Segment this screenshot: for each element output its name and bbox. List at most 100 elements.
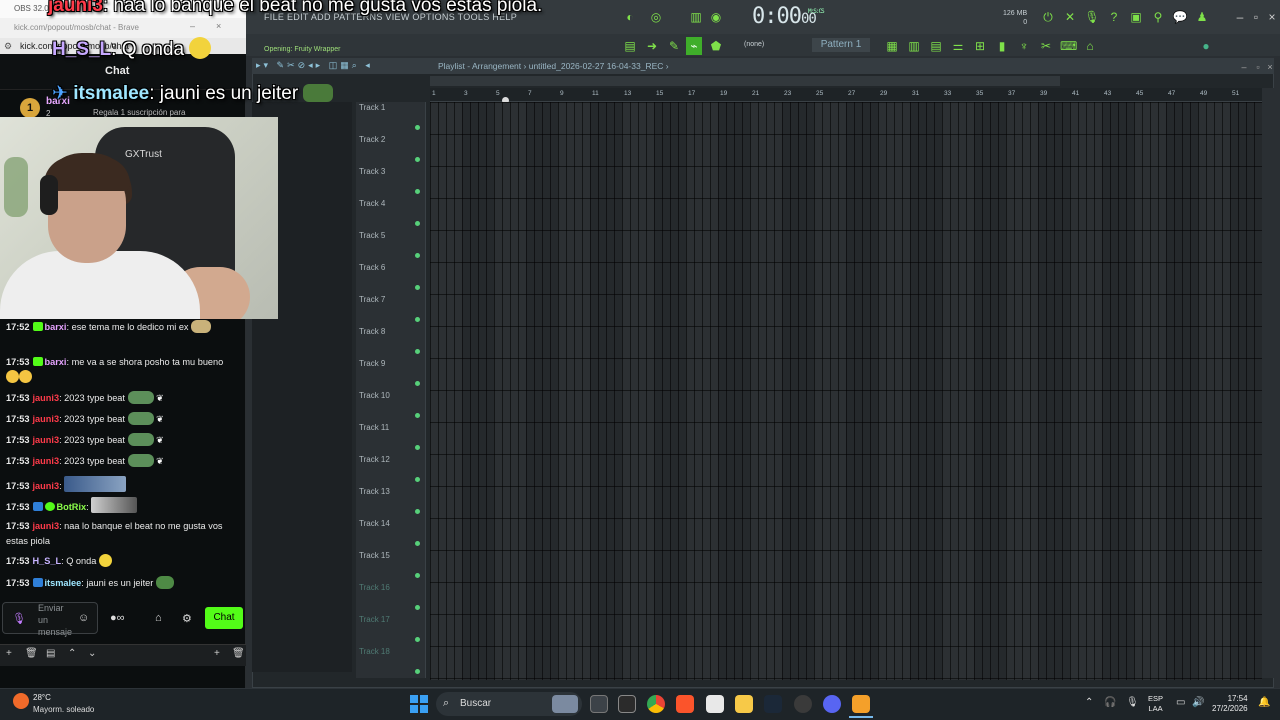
track-mute-led[interactable] — [415, 285, 420, 290]
browser-tab-title[interactable]: kick.com/popout/mosb/chat - Brave — [14, 23, 139, 32]
fl-save-icon[interactable]: ▣ — [1128, 10, 1144, 24]
track-label[interactable]: Track 1 — [359, 103, 385, 112]
mic-icon[interactable]: 🎙 — [12, 612, 26, 625]
headphones-icon[interactable]: 🎧 — [1104, 697, 1116, 708]
track-mute-led[interactable] — [415, 189, 420, 194]
fl-step-icon[interactable]: ▥ — [688, 10, 704, 24]
input-language[interactable]: ESP LAA — [1148, 694, 1163, 714]
fl-arrow-icon[interactable]: ➜ — [644, 39, 660, 53]
microphone-tray-icon[interactable]: 🎙 — [1126, 697, 1139, 708]
playlist-close-icon[interactable]: × — [1262, 60, 1278, 74]
fl-mic-icon[interactable]: 🎙 — [1084, 10, 1100, 24]
obs-app-icon[interactable] — [794, 695, 812, 713]
playlist-vertical-scrollbar[interactable] — [1262, 88, 1274, 678]
message-username[interactable]: jauni3 — [33, 393, 60, 403]
track-label[interactable]: Track 8 — [359, 327, 385, 336]
fl-cpu-icon[interactable]: ⏻ — [1040, 10, 1056, 24]
fl-snap-select[interactable]: (none) — [744, 41, 764, 48]
track-mute-led[interactable] — [415, 381, 420, 386]
fl-piano-roll-icon[interactable]: ▤ — [622, 39, 638, 53]
message-username[interactable]: BotRix — [57, 502, 87, 512]
filter-icon[interactable]: ▤ — [46, 648, 55, 659]
fl-help-icon[interactable]: ? — [1106, 10, 1122, 24]
fl-edison-icon[interactable]: ✂ — [1038, 39, 1054, 53]
fl-studio-app-icon[interactable] — [852, 695, 870, 713]
steam-icon[interactable] — [764, 695, 782, 713]
message-username[interactable]: jauni3 — [33, 521, 60, 531]
fl-browser-icon[interactable]: ⊞ — [972, 39, 988, 53]
track-label[interactable]: Track 2 — [359, 135, 385, 144]
track-label[interactable]: Track 18 — [359, 647, 390, 656]
track-mute-led[interactable] — [415, 221, 420, 226]
delete-icon-right[interactable]: 🗑 — [232, 648, 245, 659]
weather-description[interactable]: Mayorm. soleado — [33, 705, 94, 714]
track-label[interactable]: Track 16 — [359, 583, 390, 592]
track-mute-led[interactable] — [415, 317, 420, 322]
file-explorer-icon[interactable] — [735, 695, 753, 713]
move-up-icon[interactable]: ⌃ — [68, 648, 76, 659]
track-label[interactable]: Track 12 — [359, 455, 390, 464]
tray-overflow-icon[interactable]: ⌃ — [1085, 697, 1093, 708]
delete-icon[interactable]: 🗑 — [25, 648, 38, 659]
weather-temperature[interactable]: 28°C — [33, 693, 51, 702]
playlist-tools[interactable]: ▸▾ ✎✂⊘◂▸ ◫▦⌕ ◂ — [256, 60, 373, 71]
fl-typing-icon[interactable]: ⌨ — [1060, 39, 1077, 53]
track-label[interactable]: Track 6 — [359, 263, 385, 272]
chat-settings-icon[interactable]: ⚙ — [182, 612, 192, 625]
message-username[interactable]: itsmalee — [45, 578, 82, 588]
track-mute-led[interactable] — [415, 605, 420, 610]
track-label[interactable]: Track 9 — [359, 359, 385, 368]
volume-icon[interactable]: 🔊 — [1192, 697, 1204, 708]
track-mute-led[interactable] — [415, 157, 420, 162]
fl-close-icon[interactable]: × — [1264, 10, 1280, 24]
kick-emotes-icon[interactable]: ●∞ — [110, 612, 125, 624]
track-mute-led[interactable] — [415, 573, 420, 578]
chat-send-button[interactable]: Chat — [205, 607, 243, 629]
playlist-grid[interactable] — [430, 102, 1262, 680]
fl-pencil-icon[interactable]: ✎ — [666, 39, 682, 53]
fl-metronome-icon[interactable]: ◐ — [622, 10, 638, 24]
fl-maximize-icon[interactable]: ▫ — [1248, 10, 1264, 24]
fl-plug-icon[interactable]: ♆ — [1016, 39, 1032, 53]
fl-plugin-db-icon[interactable]: ▮ — [994, 39, 1010, 53]
fl-news-icon[interactable]: ● — [1198, 39, 1214, 53]
weather-sun-icon[interactable] — [13, 693, 29, 709]
brave-icon[interactable] — [676, 695, 694, 713]
epic-games-icon[interactable] — [618, 695, 636, 713]
settings-icon[interactable]: ⚙ — [4, 41, 12, 52]
fl-wait-icon[interactable]: ◎ — [648, 10, 664, 24]
track-mute-led[interactable] — [415, 637, 420, 642]
track-mute-led[interactable] — [415, 445, 420, 450]
message-username[interactable]: barxi — [45, 322, 67, 332]
track-mute-led[interactable] — [415, 669, 420, 674]
fl-chat-icon[interactable]: 💬 — [1172, 10, 1188, 24]
fl-tools-icon[interactable]: ✕ — [1062, 10, 1078, 24]
fl-stamp-icon[interactable]: ⬟ — [708, 39, 724, 53]
track-label[interactable]: Track 17 — [359, 615, 390, 624]
fl-user-icon[interactable]: ♟ — [1194, 10, 1210, 24]
browser-close-icon[interactable]: × — [216, 21, 221, 31]
message-username[interactable]: jauni3 — [33, 481, 60, 491]
track-label[interactable]: Track 10 — [359, 391, 390, 400]
track-label[interactable]: Track 11 — [359, 423, 389, 432]
chrome-icon[interactable] — [647, 695, 665, 713]
fl-store-icon[interactable]: ⌂ — [1082, 39, 1098, 53]
message-username[interactable]: jauni3 — [33, 456, 60, 466]
add-icon-right[interactable]: + — [214, 648, 220, 659]
track-label[interactable]: Track 14 — [359, 519, 390, 528]
move-down-icon[interactable]: ⌄ — [88, 648, 96, 659]
notification-icon[interactable]: 🔔 — [1258, 697, 1270, 708]
track-label[interactable]: Track 13 — [359, 487, 390, 496]
message-username[interactable]: H_S_L — [33, 556, 62, 566]
discord-icon[interactable] — [823, 695, 841, 713]
track-label[interactable]: Track 15 — [359, 551, 390, 560]
track-mute-led[interactable] — [415, 413, 420, 418]
fl-piano-icon[interactable]: ▤ — [928, 39, 944, 53]
fl-minimize-icon[interactable]: – — [1232, 10, 1248, 24]
track-mute-led[interactable] — [415, 509, 420, 514]
fl-pattern-selector[interactable]: Pattern 1 — [812, 38, 870, 52]
message-username[interactable]: barxi — [45, 357, 67, 367]
emoji-icon[interactable]: ☺ — [78, 612, 89, 624]
fl-loop-record-icon[interactable]: ◉ — [708, 10, 724, 24]
track-label[interactable]: Track 7 — [359, 295, 385, 304]
